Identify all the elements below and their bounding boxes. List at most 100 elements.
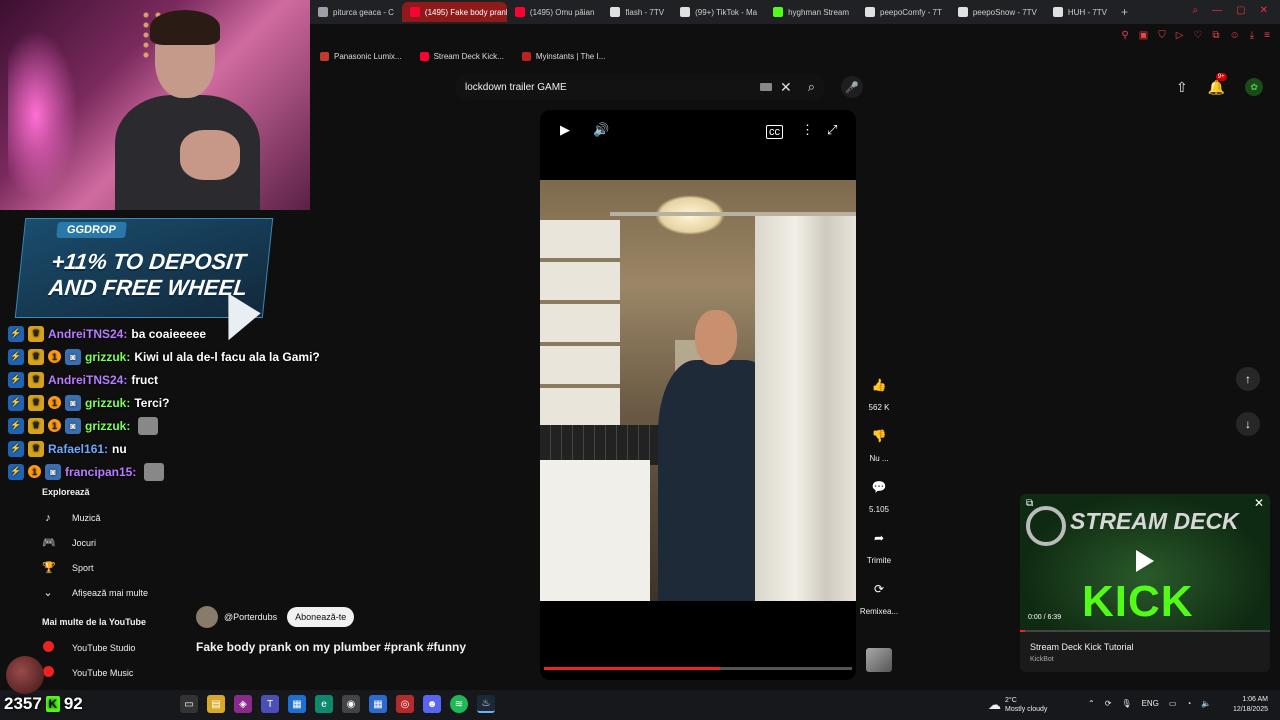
mini-progress-bar[interactable]	[1020, 630, 1270, 632]
channel-avatar[interactable]	[196, 606, 218, 628]
notifications-icon[interactable]: 🔔 9+	[1208, 72, 1227, 96]
sidebar-item[interactable]: ♪ Muzică	[28, 505, 198, 530]
like-icon[interactable]: 👍	[867, 373, 891, 397]
shield-icon[interactable]: ⛉	[1158, 30, 1166, 41]
bookmark-item[interactable]: Myinstants | The I...	[521, 52, 605, 61]
more-options-icon[interactable]: ⋮	[801, 122, 814, 138]
clear-search-icon[interactable]: ✕	[780, 79, 792, 96]
store-icon[interactable]: ▦	[288, 695, 306, 713]
browser-tab[interactable]: hyghman Stream	[765, 2, 857, 22]
wifi-icon[interactable]: ◔	[1186, 699, 1191, 708]
upload-icon[interactable]: ⇧	[1176, 79, 1188, 96]
close-window-icon[interactable]: ✕	[1260, 5, 1268, 16]
volume-icon[interactable]: 🔊	[593, 122, 609, 138]
pin-icon[interactable]: ⚲	[1121, 30, 1128, 41]
calculator-icon[interactable]: ▦	[369, 695, 387, 713]
fullscreen-icon[interactable]: ⤢	[827, 122, 837, 138]
edge-icon[interactable]: e	[315, 695, 333, 713]
menu-icon[interactable]: ≡	[1264, 30, 1270, 41]
bookmark-label: Panasonic Lumix...	[334, 52, 402, 61]
action-share[interactable]: ➦ Trimite	[867, 526, 891, 565]
mini-channel[interactable]: KickBot	[1030, 656, 1054, 663]
search-tabs-icon[interactable]: ⌕	[1193, 5, 1199, 16]
bookmark-item[interactable]: Panasonic Lumix...	[320, 52, 402, 61]
sidebar-item[interactable]: YouTube Studio	[28, 635, 198, 660]
sidebar-item[interactable]: ⌄ Afișează mai multe	[28, 580, 198, 605]
browser-tab[interactable]: HUH - 7TV	[1045, 2, 1115, 22]
screenshot-icon[interactable]: ▣	[1139, 30, 1148, 41]
mini-player[interactable]: STREAM DECK KICK 0:00 / 6:39 ⧉ ✕ Stream …	[1020, 494, 1270, 672]
action-like[interactable]: 👍 562 K	[867, 373, 891, 412]
browser-tab[interactable]: (1495) Fake body prank	[401, 2, 507, 22]
profile-icon[interactable]: ☺	[1230, 30, 1240, 41]
display-icon[interactable]: ▭	[1169, 699, 1177, 708]
action-comment[interactable]: 💬 5.105	[867, 475, 891, 514]
steam-icon[interactable]: ♨	[477, 695, 495, 713]
account-avatar[interactable]: ✿	[1245, 78, 1264, 96]
clock[interactable]: 1:06 AM 12/18/2025	[1233, 695, 1268, 715]
expand-icon[interactable]: ⧉	[1026, 498, 1033, 509]
browser-tab[interactable]: flash - 7TV	[602, 2, 672, 22]
search-box[interactable]: lockdown trailer GAME ✕ ⌕	[455, 74, 825, 100]
search-input[interactable]: lockdown trailer GAME	[465, 82, 760, 93]
file-explorer-icon[interactable]: ▤	[207, 695, 225, 713]
play-icon[interactable]: ▶	[560, 122, 570, 138]
teams-icon[interactable]: T	[261, 695, 279, 713]
maximize-icon[interactable]: ▢	[1236, 5, 1245, 16]
mini-title[interactable]: Stream Deck Kick Tutorial	[1030, 642, 1134, 652]
youtube-sidebar: Explorează ♪ Muzică 🎮 Jocuri 🏆 Sport ⌄ Afișează…	[28, 485, 198, 685]
browser-tab[interactable]: (99+) TikTok - Ma	[672, 2, 765, 22]
language-indicator[interactable]: ENG	[1142, 699, 1159, 708]
mini-play-icon[interactable]	[1136, 550, 1154, 572]
sound-thumbnail[interactable]	[866, 648, 892, 672]
download-icon[interactable]: ⤓	[1250, 30, 1254, 41]
task-view-icon[interactable]: ▭	[180, 695, 198, 713]
video-title[interactable]: Fake body prank on my plumber #prank #fu…	[196, 640, 466, 654]
sidebar-item[interactable]: YouTube Music	[28, 660, 198, 685]
viewer-count: 2357	[4, 694, 42, 713]
action-remix[interactable]: ⟳ Remixea...	[860, 577, 898, 616]
channel-handle[interactable]: @Porterdubs	[224, 612, 277, 622]
shorts-player[interactable]: ▶ 🔊 cc ⋮ ⤢	[540, 110, 856, 680]
bookmark-item[interactable]: Stream Deck Kick...	[419, 52, 504, 61]
mic-icon[interactable]: 🎙	[1121, 699, 1131, 708]
voice-search-icon[interactable]: 🎤	[841, 76, 863, 98]
sidebar-item[interactable]: 🎮 Jocuri	[28, 530, 198, 555]
tab-favicon-icon	[1052, 7, 1063, 17]
keyboard-icon[interactable]	[759, 83, 772, 91]
captions-icon[interactable]: cc	[766, 125, 783, 139]
comment-icon[interactable]: 💬	[867, 475, 891, 499]
sidebar-item[interactable]: 🏆 Sport	[28, 555, 198, 580]
volume-tray-icon[interactable]: 🔈	[1201, 699, 1211, 708]
browser-tab[interactable]: (1495) Omu păian	[507, 2, 602, 22]
previous-short-button[interactable]: ↑	[1236, 367, 1260, 391]
browser-tab[interactable]: piturca geaca - C	[310, 2, 402, 22]
close-miniplayer-icon[interactable]: ✕	[1254, 496, 1264, 510]
remix-icon[interactable]: ⟳	[867, 577, 891, 601]
search-icon[interactable]: ⌕	[808, 79, 815, 95]
app-icon[interactable]: ◈	[234, 695, 252, 713]
share-icon[interactable]: ➦	[867, 526, 891, 550]
puzzle-icon[interactable]: ⧉	[1212, 30, 1219, 41]
video-progress-bar[interactable]	[544, 667, 852, 670]
youtube-logo-icon	[42, 640, 54, 652]
mini-player-thumbnail[interactable]: STREAM DECK KICK 0:00 / 6:39	[1020, 494, 1270, 632]
action-dislike[interactable]: 👎 Nu ...	[867, 424, 891, 463]
spotify-icon[interactable]: ≋	[450, 695, 468, 713]
heart-icon[interactable]: ♡	[1193, 30, 1202, 41]
obs-icon[interactable]: ◉	[342, 695, 360, 713]
weather-widget[interactable]: ☁ 2°C Mostly cloudy	[988, 696, 1047, 714]
subscribe-button[interactable]: Abonează-te	[287, 607, 355, 627]
minimize-icon[interactable]: —	[1212, 5, 1222, 16]
next-short-button[interactable]: ↓	[1236, 412, 1260, 436]
discord-icon[interactable]: ☻	[423, 695, 441, 713]
video-frame[interactable]	[540, 180, 856, 601]
play-extension-icon[interactable]: ▷	[1176, 30, 1184, 41]
browser-tab[interactable]: peepoSnow - 7TV	[950, 2, 1045, 22]
new-tab-icon[interactable]: +	[1121, 5, 1128, 19]
dislike-icon[interactable]: 👎	[867, 424, 891, 448]
browser-tab[interactable]: peepoComfy - 7T	[857, 2, 950, 22]
sync-icon[interactable]: ⟳	[1105, 699, 1112, 708]
chevron-up-icon[interactable]: ⌃	[1088, 699, 1095, 708]
chrome-icon[interactable]: ◎	[396, 695, 414, 713]
